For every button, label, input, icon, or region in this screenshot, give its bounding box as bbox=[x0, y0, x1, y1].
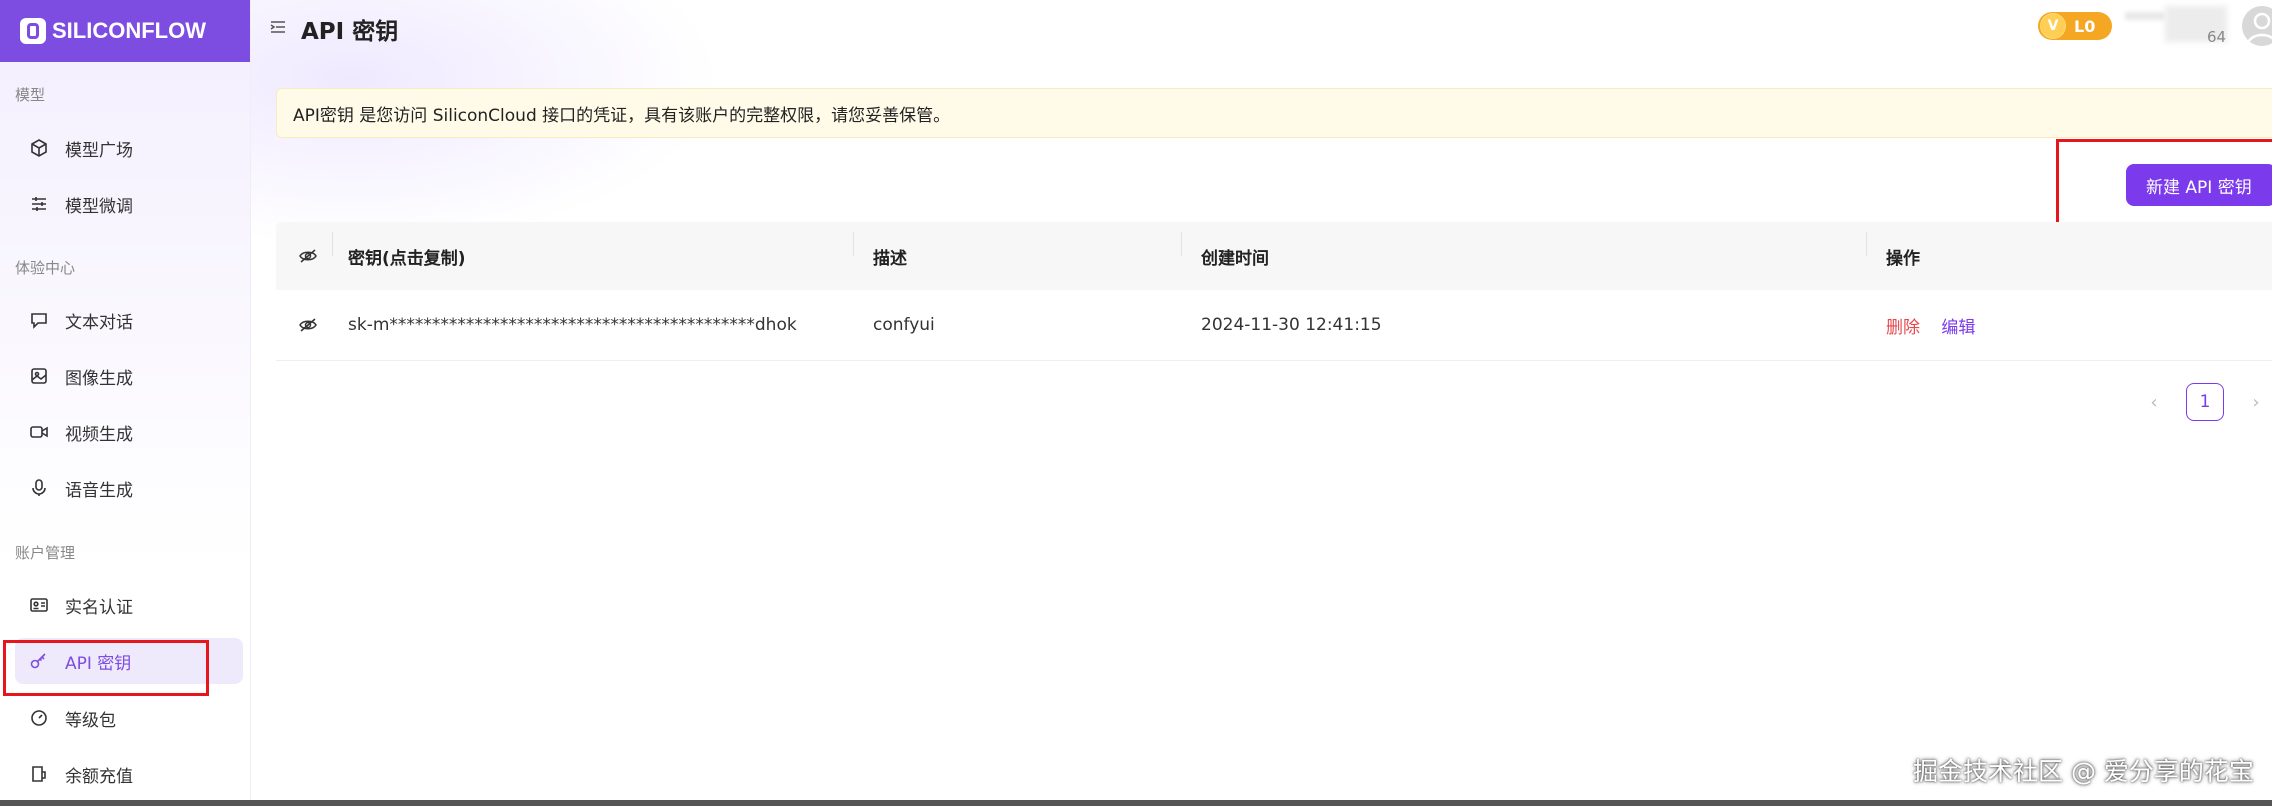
cube-icon bbox=[27, 136, 51, 160]
edit-key-link[interactable]: 编辑 bbox=[1941, 318, 1975, 338]
table-header: 密钥(点击复制) 描述 创建时间 操作 bbox=[276, 222, 2272, 290]
sidebar-item-label: 模型广场 bbox=[65, 140, 133, 161]
microphone-icon bbox=[27, 476, 51, 500]
page-number-current[interactable]: 1 bbox=[2186, 383, 2224, 421]
sidebar-collapse-icon[interactable] bbox=[268, 17, 288, 37]
prev-page-icon[interactable]: ‹ bbox=[2140, 388, 2168, 416]
sidebar: SILICONFLOW 模型 模型广场 模型微调 体验中心 文本对话 图像生成 … bbox=[0, 0, 251, 806]
vip-icon: V bbox=[2040, 13, 2066, 39]
section-label-playground: 体验中心 bbox=[15, 259, 76, 277]
sidebar-item-api-keys[interactable]: API 密钥 bbox=[15, 638, 243, 684]
new-api-key-button[interactable]: 新建 API 密钥 bbox=[2126, 164, 2272, 206]
sidebar-item-label: 视频生成 bbox=[65, 424, 133, 445]
chat-icon bbox=[27, 308, 51, 332]
toggle-visibility-all[interactable] bbox=[276, 246, 340, 266]
siliconflow-logo-icon bbox=[20, 18, 46, 44]
pagination: ‹ 1 › bbox=[2140, 383, 2270, 421]
column-header-description: 描述 bbox=[853, 231, 1181, 269]
brand-logo[interactable]: SILICONFLOW bbox=[0, 0, 250, 62]
sidebar-item-label: 实名认证 bbox=[65, 597, 133, 618]
brand-logo-text: SILICONFLOW bbox=[52, 18, 206, 43]
level-badge-label: L0 bbox=[2074, 16, 2096, 36]
api-key-value[interactable]: sk-m************************************… bbox=[340, 315, 853, 335]
id-card-icon bbox=[27, 593, 51, 617]
toggle-key-visibility[interactable] bbox=[276, 315, 340, 335]
table-row: sk-m************************************… bbox=[276, 290, 2272, 361]
sliders-icon bbox=[27, 192, 51, 216]
sidebar-item-balance-topup[interactable]: 余额充值 bbox=[15, 751, 243, 797]
user-avatar-icon bbox=[2246, 12, 2272, 45]
image-icon bbox=[27, 364, 51, 388]
next-page-icon[interactable]: › bbox=[2242, 388, 2270, 416]
sidebar-item-text-chat[interactable]: 文本对话 bbox=[15, 297, 243, 343]
column-header-key: 密钥(点击复制) bbox=[332, 231, 853, 269]
level-badge[interactable]: V L0 bbox=[2038, 12, 2112, 40]
column-header-created: 创建时间 bbox=[1181, 231, 1866, 269]
sidebar-item-video-gen[interactable]: 视频生成 bbox=[15, 409, 243, 455]
bottom-edge bbox=[0, 800, 2272, 806]
notice-text: API密钥 是您访问 SiliconCloud 接口的凭证，具有该账户的完整权限… bbox=[293, 105, 951, 126]
eye-off-icon bbox=[299, 249, 317, 263]
api-key-description: confyui bbox=[873, 315, 935, 335]
api-keys-table: 密钥(点击复制) 描述 创建时间 操作 sk-m****************… bbox=[276, 222, 2272, 361]
section-label-account: 账户管理 bbox=[15, 544, 76, 562]
sidebar-item-label: 等级包 bbox=[65, 710, 116, 731]
key-icon bbox=[27, 649, 51, 673]
page-title: API 密钥 bbox=[301, 19, 399, 45]
column-header-actions: 操作 bbox=[1866, 231, 2272, 269]
sidebar-item-model-finetune[interactable]: 模型微调 bbox=[15, 181, 243, 227]
sidebar-item-label: 余额充值 bbox=[65, 766, 133, 787]
row-actions: 删除 编辑 bbox=[1866, 313, 2272, 338]
user-info-blurred[interactable]: 64 bbox=[2125, 6, 2230, 46]
sidebar-item-level-package[interactable]: 等级包 bbox=[15, 695, 243, 741]
sidebar-item-label: API 密钥 bbox=[65, 653, 132, 674]
sidebar-item-label: 文本对话 bbox=[65, 312, 133, 333]
eye-off-icon bbox=[299, 318, 317, 332]
section-label-models: 模型 bbox=[15, 86, 46, 104]
sidebar-item-label: 图像生成 bbox=[65, 368, 133, 389]
watermark: 掘金技术社区 @ 爱分享的花宝 bbox=[1913, 757, 2254, 786]
sidebar-item-image-gen[interactable]: 图像生成 bbox=[15, 353, 243, 399]
user-id-fragment: 64 bbox=[2207, 28, 2227, 46]
delete-key-link[interactable]: 删除 bbox=[1886, 318, 1920, 338]
api-key-created-time: 2024-11-30 12:41:15 bbox=[1201, 315, 1382, 335]
sidebar-item-label: 语音生成 bbox=[65, 480, 133, 501]
avatar[interactable] bbox=[2242, 6, 2272, 46]
sidebar-item-audio-gen[interactable]: 语音生成 bbox=[15, 465, 243, 511]
blurred-username bbox=[2125, 12, 2165, 20]
video-icon bbox=[27, 420, 51, 444]
sidebar-item-model-square[interactable]: 模型广场 bbox=[15, 125, 243, 171]
wallet-icon bbox=[27, 762, 51, 786]
sidebar-item-verification[interactable]: 实名认证 bbox=[15, 582, 243, 628]
gauge-icon bbox=[27, 706, 51, 730]
sidebar-item-label: 模型微调 bbox=[65, 196, 133, 217]
notice-banner: API密钥 是您访问 SiliconCloud 接口的凭证，具有该账户的完整权限… bbox=[276, 88, 2272, 138]
